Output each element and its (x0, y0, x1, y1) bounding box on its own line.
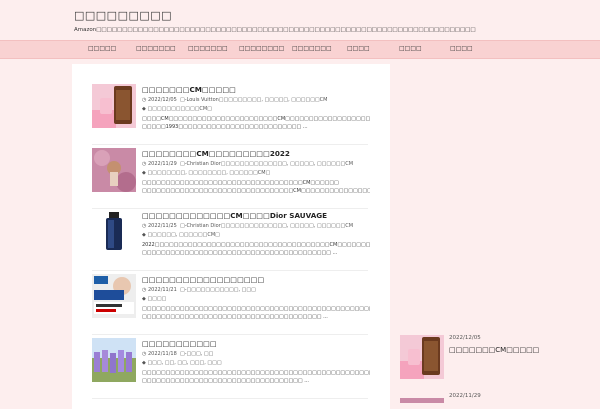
post-item: □□□□□□□CM□□□□□ ◷ 2022/12/05 □-Louis Vuit… (92, 84, 370, 145)
site-title[interactable]: □□□□□□□□□ (74, 9, 172, 22)
post-tags[interactable]: □□□□□□, □□□□□□CM□ (147, 232, 219, 238)
post-title[interactable]: □□□□□□□□CM□□□□□□□□□2022 (142, 149, 290, 158)
clock-icon: ◷ (142, 97, 147, 103)
post-thumbnail[interactable] (92, 338, 136, 382)
post-date: 2022/11/21 (147, 287, 177, 293)
sidebar-post-date: 2022/11/29 (449, 393, 481, 399)
nav-item[interactable]: □□□□□□□□ (239, 45, 284, 52)
post-excerpt: □□□□□□□□□□□□□□□□□□□□□□□□□□□□□□□□□□□□□□□□… (142, 370, 370, 384)
post-excerpt: □□□□CM□□□□□□□□□□□□□□□□□□□□□□□CM□□□□□□□□□… (142, 116, 370, 130)
nav-item[interactable]: □□□□□ (88, 45, 116, 52)
post-title[interactable]: □□□□□□□□□□□ (142, 339, 217, 348)
main-nav: □□□□□ □□□□□□□ □□□□□□□ □□□□□□□□ □□□□□□□ □… (0, 40, 600, 59)
sidebar-post-title[interactable]: □□□□□□□CM□□□□□ (449, 346, 539, 354)
post-title[interactable]: □□□□□□□□□□□□□CM□□□□Dior SAUVAGE (142, 211, 327, 220)
post-title[interactable]: □□□□□□□□□□□□□□□□□□ (142, 275, 264, 284)
clock-icon: ◷ (142, 351, 147, 357)
post-item: □□□□□□□□CM□□□□□□□□□2022 ◷ 2022/11/29 □-C… (92, 148, 370, 209)
post-tags-row: ◆ □□□□□□, □□□□□□CM□ (142, 232, 220, 238)
post-categories[interactable]: □-□□□, □□ (180, 351, 213, 357)
post-thumbnail[interactable] (92, 210, 136, 254)
post-tags-row: ◆ □□□□□□□□, □□□□□□□□, □□□□□□CM□ (142, 170, 270, 176)
post-categories[interactable]: □-□□□□□□□□□□□, □□□ (180, 287, 256, 293)
post-meta: ◷ 2022/11/25 □-Christian Dior□□□□□□□□□□□… (142, 223, 353, 229)
post-categories[interactable]: □-Christian Dior□□□□□□□□□□□□□□, □□□□□, □… (180, 161, 353, 167)
nav-item[interactable]: □□□□ (450, 45, 473, 52)
post-title[interactable]: □□□□□□□CM□□□□□ (142, 85, 236, 94)
post-meta: ◷ 2022/11/21 □-□□□□□□□□□□□, □□□ (142, 287, 256, 293)
post-tags[interactable]: □□□□□□□□□□□CM□ (147, 106, 212, 112)
site-description: Amazon□□□□□□□□□□□□□□□□□□□□□□□□□□□□□□□□□□… (74, 27, 476, 33)
post-item: □□□□□□□□□□□□□□□□□□ ◷ 2022/11/21 □-□□□□□□… (92, 274, 370, 335)
post-list: □□□□□□□CM□□□□□ ◷ 2022/12/05 □-Louis Vuit… (72, 64, 390, 409)
post-excerpt: □□□□□□□□□□□□□□□□□□□□□□□□□□□□□□□□□□□□□□□□… (142, 306, 370, 320)
post-meta: ◷ 2022/11/18 □-□□□, □□ (142, 351, 213, 357)
tag-icon: ◆ (142, 170, 146, 176)
post-meta: ◷ 2022/11/29 □-Christian Dior□□□□□□□□□□□… (142, 161, 353, 167)
post-thumbnail[interactable] (92, 274, 136, 318)
clock-icon: ◷ (142, 287, 147, 293)
post-date: 2022/11/18 (147, 351, 177, 357)
post-item: □□□□□□□□□□□□□CM□□□□Dior SAUVAGE ◷ 2022/1… (92, 210, 370, 271)
post-tags[interactable]: □□□□ (147, 296, 166, 302)
post-categories[interactable]: □-Christian Dior□□□□□□□□□□□□□□, □□□□□, □… (180, 223, 353, 229)
tag-icon: ◆ (142, 232, 146, 238)
post-item: □□□□□□□□□□□ ◷ 2022/11/18 □-□□□, □□ ◆ □□□… (92, 338, 370, 399)
post-tags-row: ◆ □□□□□□□□□□□CM□ (142, 106, 212, 112)
sidebar-thumbnail[interactable] (400, 335, 444, 379)
post-date: 2022/12/05 (147, 97, 177, 103)
post-categories[interactable]: □-Louis Vuitton□□□□□□□□□, □□□□□, □□□□□□C… (180, 97, 327, 103)
nav-item[interactable]: □□□□□□□ (188, 45, 228, 52)
sidebar-thumbnail[interactable] (400, 393, 444, 403)
post-excerpt: 2022□□□□□□□□□□□□□□□□□□□□□□□□□□□□□□□□□□□□… (142, 242, 370, 256)
post-thumbnail[interactable] (92, 148, 136, 192)
post-meta: ◷ 2022/12/05 □-Louis Vuitton□□□□□□□□□, □… (142, 97, 327, 103)
tag-icon: ◆ (142, 106, 146, 112)
clock-icon: ◷ (142, 161, 147, 167)
nav-item[interactable]: □□□□□□□ (136, 45, 176, 52)
post-tags-row: ◆ □□□□ (142, 296, 166, 302)
clock-icon: ◷ (142, 223, 147, 229)
tag-icon: ◆ (142, 360, 146, 366)
post-tags[interactable]: □□□, □□, □□, □□□, □□□ (147, 360, 221, 366)
post-date: 2022/11/25 (147, 223, 177, 229)
post-tags[interactable]: □□□□□□□□, □□□□□□□□, □□□□□□CM□ (147, 170, 270, 176)
tag-icon: ◆ (142, 296, 146, 302)
nav-item[interactable]: □□□□ (347, 45, 370, 52)
post-date: 2022/11/29 (147, 161, 177, 167)
post-tags-row: ◆ □□□, □□, □□, □□□, □□□ (142, 360, 222, 366)
nav-item[interactable]: □□□□ (399, 45, 422, 52)
nav-item[interactable]: □□□□□□□ (292, 45, 332, 52)
sidebar-post-date: 2022/12/05 (449, 335, 481, 341)
post-excerpt: □□□□□□□□□□□□□□□□□□□□□□□□□□□□□□□□□□CM□□□□… (142, 180, 370, 194)
post-thumbnail[interactable] (92, 84, 136, 128)
